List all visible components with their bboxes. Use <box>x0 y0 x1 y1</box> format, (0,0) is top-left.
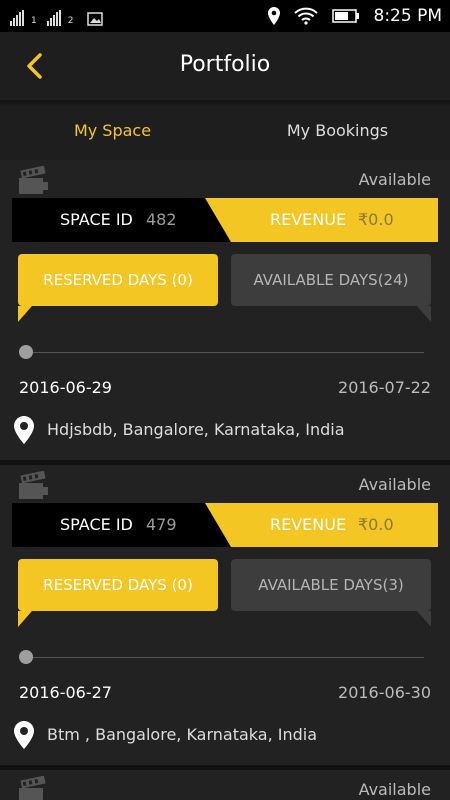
image-icon <box>87 12 104 26</box>
available-days-label: AVAILABLE DAYS(24) <box>253 271 409 289</box>
available-tail <box>417 611 431 627</box>
sim-1-label: 1 <box>31 16 37 26</box>
status-bar-left: 1 2 <box>10 6 104 26</box>
availability-status: Available <box>358 780 431 799</box>
page-title: Portfolio <box>179 52 271 77</box>
availability-status: Available <box>358 170 431 189</box>
tab-bar: My Space My Bookings <box>0 106 450 156</box>
progress-thumb[interactable] <box>19 650 33 664</box>
battery-icon <box>331 9 359 23</box>
location-icon <box>267 7 280 25</box>
revenue-value: ₹0.0 <box>358 210 394 229</box>
progress-track <box>26 657 424 658</box>
location-pin-icon <box>14 416 34 444</box>
available-days-button[interactable]: AVAILABLE DAYS(24) <box>231 254 431 322</box>
reserved-tail <box>18 306 32 322</box>
tab-my-space[interactable]: My Space <box>0 106 225 156</box>
status-time: 8:25 PM <box>373 6 443 26</box>
space-address: Btm , Bangalore, Karnataka, India <box>47 725 318 744</box>
revenue-label: REVENUE <box>270 210 347 229</box>
start-date: 2016-06-29 <box>19 378 112 397</box>
space-card[interactable]: Available SPACE ID 479 REVENUE ₹0.0 RESE… <box>0 465 450 765</box>
end-date: 2016-06-30 <box>338 683 431 702</box>
space-id-revenue-bar: SPACE ID 479 REVENUE ₹0.0 <box>12 503 438 547</box>
reserved-days-button[interactable]: RESERVED DAYS (0) <box>18 254 218 322</box>
sim-2-label: 2 <box>67 16 74 26</box>
available-days-button[interactable]: AVAILABLE DAYS(3) <box>231 559 431 627</box>
space-id-label: SPACE ID <box>60 210 133 229</box>
reserved-tail <box>18 611 32 627</box>
reserved-days-button[interactable]: RESERVED DAYS (0) <box>18 559 218 627</box>
available-days-label: AVAILABLE DAYS(3) <box>258 576 404 594</box>
space-id-value: 479 <box>146 515 177 534</box>
status-bar-right: 8:25 PM <box>267 4 443 28</box>
revenue-value: ₹0.0 <box>358 515 394 534</box>
reserved-days-label: RESERVED DAYS (0) <box>43 271 193 289</box>
film-camera-icon <box>19 166 48 194</box>
space-card[interactable]: Available <box>0 770 450 800</box>
space-card[interactable]: Available SPACE ID 482 REVENUE ₹0.0 RESE… <box>0 160 450 460</box>
location-pin-icon <box>14 721 34 749</box>
progress-thumb[interactable] <box>19 345 33 359</box>
tab-my-bookings[interactable]: My Bookings <box>225 106 450 156</box>
wifi-icon <box>293 7 318 25</box>
availability-status: Available <box>358 475 431 494</box>
available-tail <box>417 306 431 322</box>
film-camera-icon <box>19 776 46 800</box>
signal-icon <box>10 10 24 26</box>
film-camera-icon <box>19 471 48 499</box>
reserved-days-label: RESERVED DAYS (0) <box>43 576 193 594</box>
start-date: 2016-06-27 <box>19 683 112 702</box>
revenue-label: REVENUE <box>270 515 347 534</box>
end-date: 2016-07-22 <box>338 378 431 397</box>
space-id-value: 482 <box>146 210 177 229</box>
progress-track <box>26 352 424 353</box>
signal-icon <box>46 10 61 26</box>
status-bar: 1 2 8:25 PM <box>0 0 450 32</box>
app-header: Portfolio <box>0 32 450 100</box>
space-id-revenue-bar: SPACE ID 482 REVENUE ₹0.0 <box>12 198 438 242</box>
space-id-label: SPACE ID <box>60 515 133 534</box>
space-address: Hdjsbdb, Bangalore, Karnataka, India <box>47 420 345 439</box>
